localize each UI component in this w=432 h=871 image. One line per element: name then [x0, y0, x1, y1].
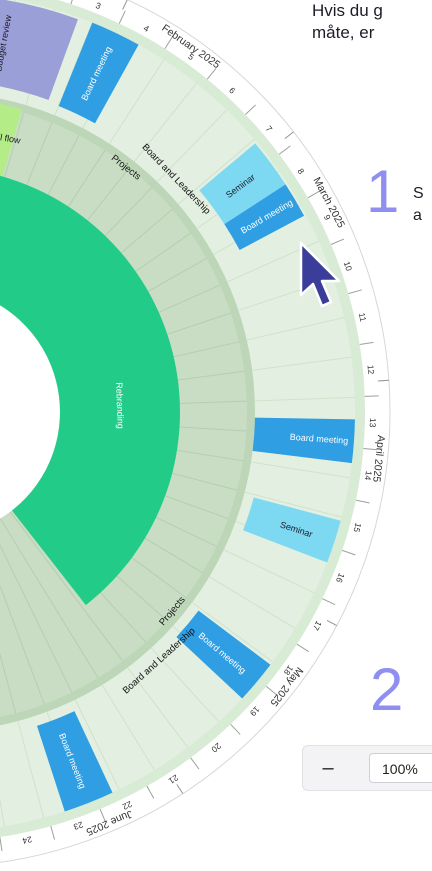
day-label: 13 [368, 418, 378, 428]
zoom-level-field[interactable]: 100% [369, 753, 432, 783]
step-1-number: 1 [366, 158, 400, 225]
zoom-out-button[interactable]: – [315, 754, 341, 782]
day-label: 12 [366, 364, 377, 375]
year-wheel[interactable]: 1234567891011121314151617181920212223242… [0, 0, 432, 871]
step-1-text-1: S [413, 185, 424, 202]
zoom-control: – 100% [302, 745, 432, 791]
step-1-text-2: a [413, 207, 422, 224]
step-2-number: 2 [370, 656, 404, 723]
event-label-rebranding: Rebranding [114, 382, 126, 429]
